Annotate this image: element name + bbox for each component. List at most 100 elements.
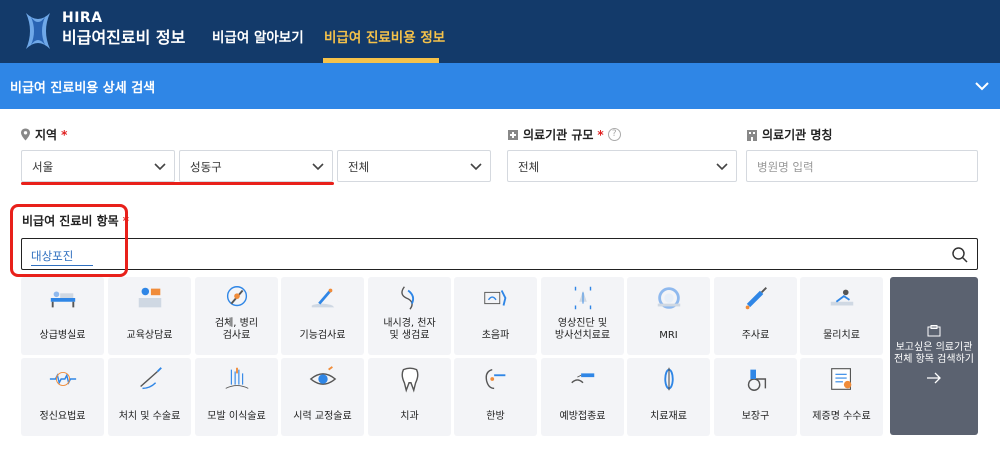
microscope-icon xyxy=(226,286,248,307)
category-label: 검체, 병리 검사료 xyxy=(214,318,259,341)
vaccine-icon xyxy=(571,373,595,384)
brand-top: HIRA xyxy=(62,10,103,26)
wheelchair-icon xyxy=(747,369,767,391)
category-tile[interactable]: 상급병실료 xyxy=(21,277,104,355)
category-tile[interactable]: 영상진단 및 방사선치료료 xyxy=(541,277,624,355)
category-tile[interactable]: 주사료 xyxy=(714,277,797,355)
category-tile[interactable]: 정신요법료 xyxy=(21,358,104,436)
mri-icon xyxy=(657,287,681,309)
surgery-icon xyxy=(140,367,162,390)
arrow-right-icon xyxy=(927,372,941,384)
category-tile[interactable]: 시력 교정술료 xyxy=(281,358,364,436)
search-icon[interactable] xyxy=(951,246,969,264)
selected-value: 서울 xyxy=(32,160,54,174)
category-tile[interactable]: 치료재료 xyxy=(627,358,710,436)
category-tile[interactable]: 교육상담료 xyxy=(108,277,191,355)
category-label: 예방접종료 xyxy=(559,411,606,422)
region-city-select[interactable]: 서울 xyxy=(21,150,175,182)
brand-title: 비급여진료비 정보 xyxy=(62,28,186,47)
hira-logo-icon[interactable] xyxy=(22,9,54,53)
hospital-bed-icon xyxy=(50,291,76,308)
category-label: 물리치료 xyxy=(823,330,860,341)
category-label: 보장구 xyxy=(741,411,770,422)
hospital-name-input[interactable]: 병원명 입력 xyxy=(746,150,978,182)
category-tile[interactable]: MRI xyxy=(627,277,710,355)
scale-label: 의료기관 규모 * ? xyxy=(507,126,621,143)
hospital-scale-select[interactable]: 전체 xyxy=(507,150,737,182)
region-label-text: 지역 xyxy=(35,128,58,142)
hospital-icon xyxy=(927,325,941,337)
category-label: 영상진단 및 방사선치료료 xyxy=(554,318,611,341)
acupuncture-icon xyxy=(485,368,506,390)
syringe-icon xyxy=(745,287,767,310)
category-label: 기능검사료 xyxy=(299,330,346,341)
category-label: 정신요법료 xyxy=(39,411,86,422)
chevron-down-icon xyxy=(716,163,728,171)
brand[interactable]: HIRA 비급여진료비 정보 xyxy=(62,10,185,49)
chevron-down-icon xyxy=(312,163,324,171)
item-search-input[interactable]: 대상포진 xyxy=(21,238,978,270)
hospital-building-icon xyxy=(508,129,518,140)
category-tile[interactable]: 치과 xyxy=(368,358,451,436)
highlight-underline xyxy=(21,182,334,185)
counseling-icon xyxy=(138,287,162,308)
selected-value: 전체 xyxy=(348,160,370,174)
category-label: 치료재료 xyxy=(650,411,687,422)
certificate-icon xyxy=(831,368,852,390)
region-district-select[interactable]: 성동구 xyxy=(179,150,333,182)
detail-search-bar[interactable]: 비급여 진료비용 상세 검색 xyxy=(0,63,1000,109)
help-icon[interactable]: ? xyxy=(607,128,621,141)
category-label: 제증명 수수료 xyxy=(812,411,871,422)
search-all-items-label: 보고싶은 의료기관 전체 항목 검색하기 xyxy=(894,342,974,365)
eye-icon xyxy=(309,366,337,385)
chevron-down-icon xyxy=(470,163,482,171)
category-tile[interactable]: 처치 및 수술료 xyxy=(108,358,191,436)
detail-search-title: 비급여 진료비용 상세 검색 xyxy=(10,81,156,96)
building-icon xyxy=(747,129,757,141)
medical-material-icon xyxy=(664,367,674,391)
selected-value: 전체 xyxy=(518,160,540,174)
region-dong-select[interactable]: 전체 xyxy=(337,150,491,182)
category-tile[interactable]: 보장구 xyxy=(714,358,797,436)
selected-value: 성동구 xyxy=(190,160,222,174)
highlight-box xyxy=(10,204,128,277)
required-mark: * xyxy=(61,127,68,142)
category-label: 내시경, 천자 및 생검료 xyxy=(383,318,436,341)
nav-about-noncovered[interactable]: 비급여 알아보기 xyxy=(212,26,304,46)
chevron-down-icon xyxy=(154,163,166,171)
search-all-items-button[interactable]: 보고싶은 의료기관 전체 항목 검색하기 xyxy=(890,277,978,435)
category-label: 한방 xyxy=(486,411,505,422)
category-label: 초음파 xyxy=(481,330,510,341)
hospital-name-label: 의료기관 명칭 xyxy=(746,126,832,143)
category-label: 처치 및 수술료 xyxy=(118,411,181,422)
endoscope-icon xyxy=(401,286,415,310)
category-tile[interactable]: 한방 xyxy=(454,358,537,436)
category-label: MRI xyxy=(659,330,678,341)
brain-wave-icon xyxy=(49,371,77,387)
category-tile[interactable]: 내시경, 천자 및 생검료 xyxy=(368,277,451,355)
category-tile[interactable]: 물리치료 xyxy=(800,277,883,355)
category-tile[interactable]: 모발 이식술료 xyxy=(195,358,278,436)
category-label: 주사료 xyxy=(741,330,770,341)
location-pin-icon xyxy=(21,128,30,141)
hair-transplant-icon xyxy=(225,367,249,389)
xray-icon xyxy=(574,286,592,310)
category-tile[interactable]: 제증명 수수료 xyxy=(800,358,883,436)
ultrasound-icon xyxy=(484,290,507,306)
category-tile[interactable]: 예방접종료 xyxy=(541,358,624,436)
region-label: 지역 * xyxy=(20,126,67,143)
category-label: 상급병실료 xyxy=(39,330,86,341)
category-label: 모발 이식술료 xyxy=(207,411,266,422)
tooth-icon xyxy=(401,367,419,393)
physical-therapy-icon xyxy=(830,289,854,306)
hospital-name-placeholder: 병원명 입력 xyxy=(757,160,814,174)
category-tile[interactable]: 기능검사료 xyxy=(281,277,364,355)
function-test-icon xyxy=(311,288,335,308)
category-tile[interactable]: 검체, 병리 검사료 xyxy=(195,277,278,355)
top-header: HIRA 비급여진료비 정보 비급여 알아보기 비급여 진료비용 정보 xyxy=(0,0,1000,63)
category-label: 교육상담료 xyxy=(126,330,173,341)
category-tile[interactable]: 초음파 xyxy=(454,277,537,355)
hospital-name-label-text: 의료기관 명칭 xyxy=(762,128,833,142)
chevron-down-icon[interactable] xyxy=(974,78,990,94)
nav-noncovered-cost-info[interactable]: 비급여 진료비용 정보 xyxy=(324,26,445,46)
